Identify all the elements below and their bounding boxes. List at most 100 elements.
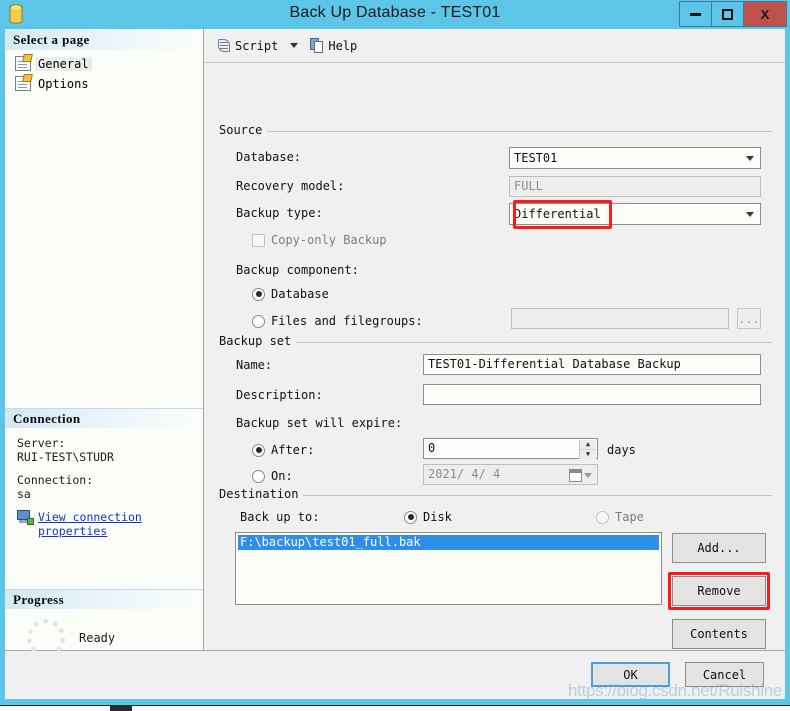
- connection-user-group: Connection: sa: [17, 473, 203, 501]
- database-combo[interactable]: TEST01: [509, 147, 761, 169]
- form-pane: Source Database: TEST01 Recovery model: …: [204, 63, 785, 651]
- script-label: Script: [235, 39, 278, 53]
- backup-component-label-row: Backup component:: [236, 263, 359, 277]
- sidebar-item-label: General: [35, 57, 92, 71]
- disk-radio[interactable]: [404, 511, 417, 524]
- expire-after-label: After:: [271, 443, 314, 457]
- backup-database-dialog: Back Up Database - TEST01 X Select a pag…: [0, 0, 790, 705]
- ok-button[interactable]: OK: [591, 662, 670, 687]
- sidebar-item-options[interactable]: Options: [15, 74, 203, 93]
- component-files-radio-row[interactable]: Files and filegroups:: [252, 314, 423, 328]
- connection-section: Connection Server: RUI-TEST\STUDR Connec…: [5, 408, 203, 538]
- copy-only-label: Copy-only Backup: [271, 233, 387, 247]
- connection-label: Connection:: [17, 473, 203, 487]
- backup-name-label: Name:: [236, 358, 272, 372]
- copy-only-backup-row[interactable]: Copy-only Backup: [252, 233, 387, 247]
- general-page-content: Script Help Source Database:: [204, 29, 785, 651]
- component-database-radio[interactable]: [252, 288, 265, 301]
- add-button[interactable]: Add...: [672, 533, 766, 563]
- page-icon: [15, 76, 31, 91]
- destination-group-title: Destination: [217, 487, 303, 501]
- contents-button[interactable]: Contents: [672, 619, 766, 649]
- files-browse-button[interactable]: ...: [737, 308, 761, 329]
- page-icon: [15, 56, 31, 71]
- date-picker-button[interactable]: [569, 467, 595, 483]
- connection-value: sa: [17, 487, 203, 501]
- script-button[interactable]: Script: [213, 35, 282, 57]
- server-label: Server:: [17, 436, 203, 450]
- remove-button[interactable]: Remove: [672, 576, 766, 606]
- minimize-icon: [690, 13, 701, 16]
- days-label: days: [607, 443, 636, 457]
- expire-on-date-field[interactable]: 2021/ 4/ 4: [423, 464, 598, 485]
- connection-body: Server: RUI-TEST\STUDR Connection: sa Vi…: [5, 428, 203, 538]
- select-a-page-header: Select a page: [5, 29, 203, 50]
- spinner-up-icon[interactable]: ▲: [580, 440, 596, 450]
- tape-label: Tape: [615, 510, 644, 524]
- database-label-row: Database:: [236, 150, 301, 164]
- maximize-icon: [722, 9, 733, 20]
- recovery-model-label: Recovery model:: [236, 179, 344, 193]
- backup-description-field[interactable]: [423, 384, 761, 405]
- script-dropdown-caret-icon[interactable]: [290, 43, 298, 48]
- backup-destination-listbox[interactable]: F:\backup\test01_full.bak: [235, 532, 662, 605]
- copy-only-checkbox[interactable]: [252, 234, 265, 247]
- expire-after-spinner[interactable]: ▲ ▼: [579, 440, 596, 459]
- sidebar-item-general[interactable]: General: [15, 54, 203, 73]
- taskbar-nub: [110, 706, 132, 711]
- backup-type-label: Backup type:: [236, 206, 323, 220]
- backup-set-group-title: Backup set: [217, 334, 296, 348]
- server-connection-icon: [17, 510, 34, 525]
- expire-after-radio[interactable]: [252, 444, 265, 457]
- disk-radio-row[interactable]: Disk: [404, 510, 452, 524]
- dialog-client-area: Select a page General Options Connection: [5, 29, 785, 699]
- component-files-radio[interactable]: [252, 315, 265, 328]
- cancel-button[interactable]: Cancel: [685, 662, 764, 687]
- chevron-down-icon: [746, 156, 755, 161]
- title-bar: Back Up Database - TEST01 X: [0, 0, 790, 29]
- progress-body: Ready: [5, 609, 203, 657]
- group-divider: [217, 131, 772, 132]
- expire-after-value: 0: [428, 441, 435, 455]
- list-item[interactable]: F:\backup\test01_full.bak: [238, 535, 659, 550]
- chevron-down-icon: [584, 473, 592, 478]
- database-value: TEST01: [514, 151, 557, 165]
- backup-type-label-row: Backup type:: [236, 206, 323, 220]
- backup-name-field[interactable]: TEST01-Differential Database Backup: [423, 354, 761, 375]
- view-connection-properties-link[interactable]: View connection properties: [38, 510, 156, 538]
- expire-on-radio-row[interactable]: On:: [252, 469, 293, 483]
- window-controls: X: [680, 1, 787, 27]
- dialog-footer: OK Cancel: [5, 651, 785, 699]
- database-label: Database:: [236, 150, 301, 164]
- group-divider: [217, 342, 772, 343]
- close-button[interactable]: X: [743, 1, 787, 27]
- server-group: Server: RUI-TEST\STUDR: [17, 436, 203, 464]
- chevron-down-icon: [746, 212, 755, 217]
- progress-section: Progress Ready: [5, 589, 203, 657]
- view-connection-properties-row[interactable]: View connection properties: [17, 510, 203, 538]
- expire-label-row: Backup set will expire:: [236, 416, 402, 430]
- dialog-toolbar: Script Help: [204, 29, 785, 63]
- window-title: Back Up Database - TEST01: [0, 4, 790, 22]
- expire-after-field[interactable]: 0 ▲ ▼: [423, 438, 598, 459]
- expire-after-radio-row[interactable]: After:: [252, 443, 314, 457]
- expire-on-radio[interactable]: [252, 470, 265, 483]
- backup-name-label-row: Name:: [236, 358, 272, 372]
- back-up-to-label: Back up to:: [240, 510, 319, 524]
- help-button[interactable]: Help: [306, 35, 361, 57]
- component-database-radio-row[interactable]: Database: [252, 287, 329, 301]
- help-icon: [310, 38, 325, 53]
- minimize-button[interactable]: [679, 1, 712, 27]
- backup-component-label: Backup component:: [236, 263, 359, 277]
- tape-radio: [596, 511, 609, 524]
- tape-radio-row: Tape: [596, 510, 644, 524]
- files-and-filegroups-field: [511, 308, 729, 329]
- backup-type-combo[interactable]: Differential: [509, 203, 761, 225]
- sidebar-item-label: Options: [35, 77, 92, 91]
- expire-on-label: On:: [271, 469, 293, 483]
- progress-status: Ready: [79, 631, 115, 645]
- maximize-button[interactable]: [711, 1, 744, 27]
- expire-on-value: 2021/ 4/ 4: [428, 467, 500, 481]
- spinner-down-icon[interactable]: ▼: [580, 450, 596, 459]
- recovery-model-label-row: Recovery model:: [236, 179, 344, 193]
